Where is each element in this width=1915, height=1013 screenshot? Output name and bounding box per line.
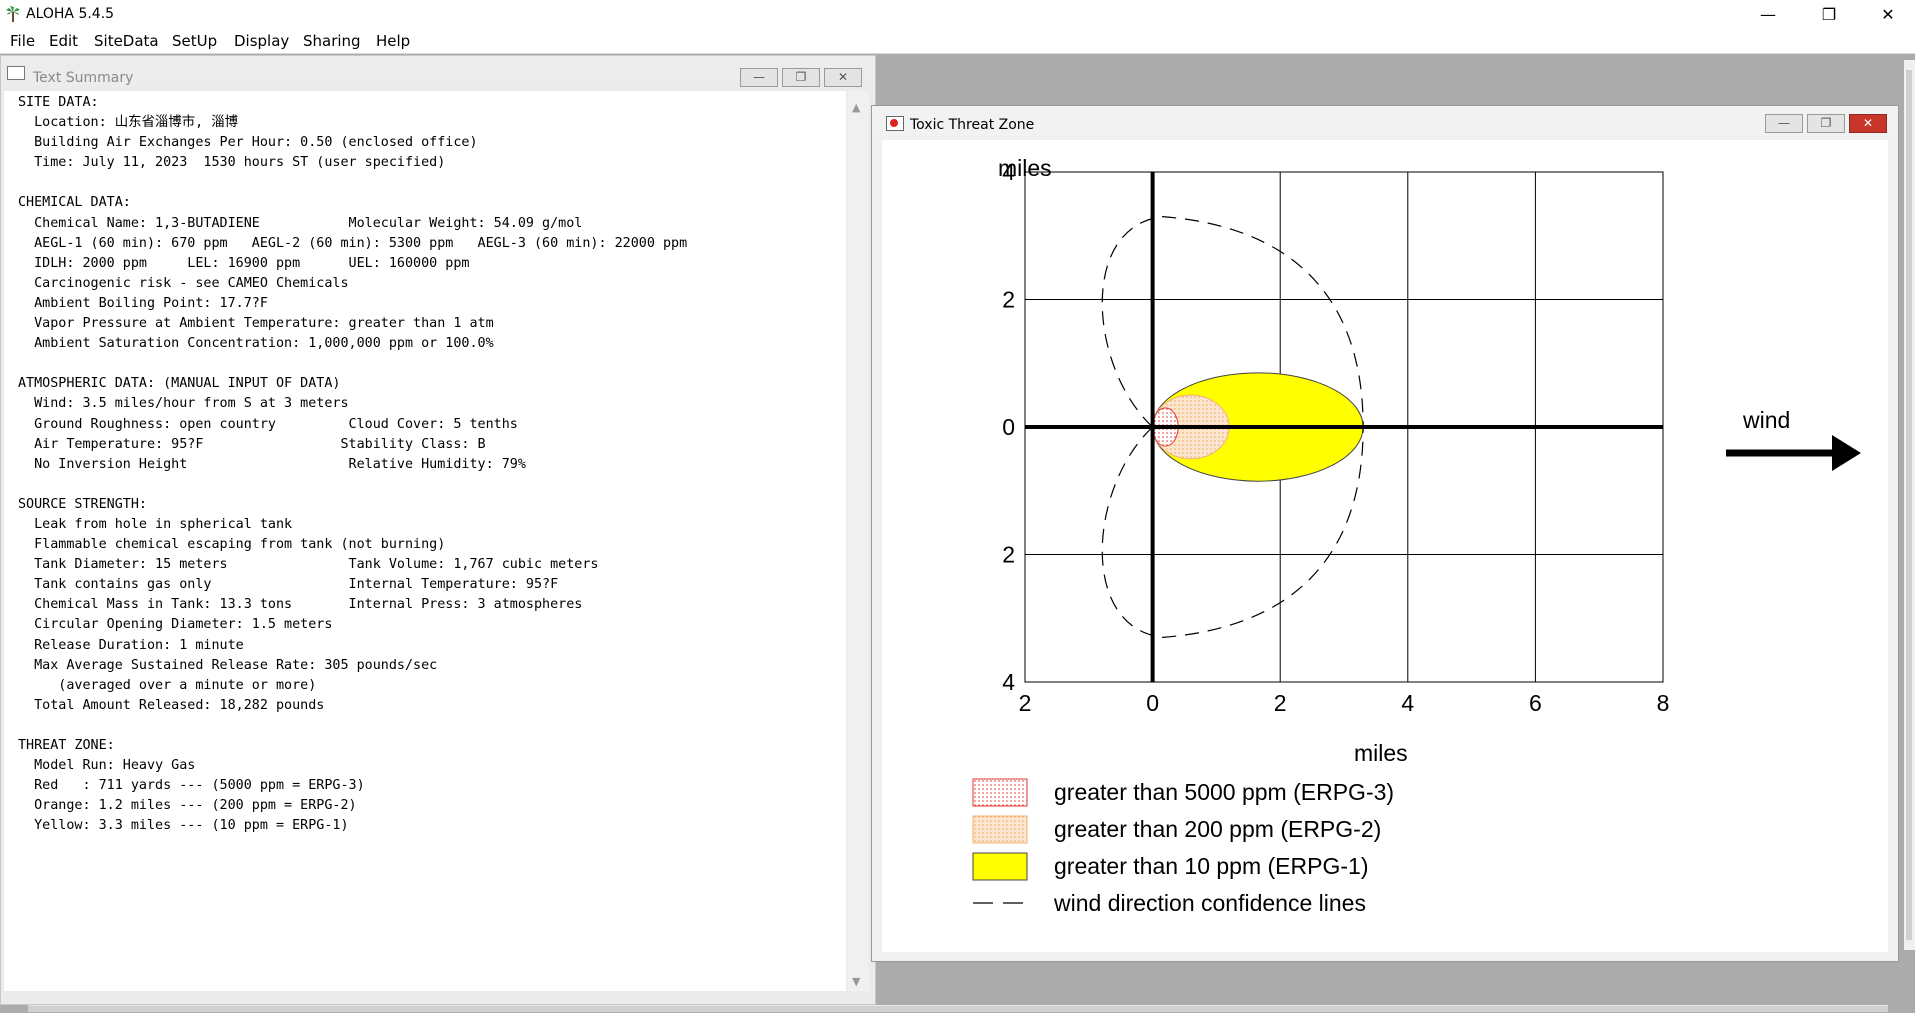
menu-sitedata[interactable]: SiteData xyxy=(94,32,159,50)
close-icon[interactable]: ✕ xyxy=(1860,0,1915,29)
threat-zone-plot-area: 20246842024 miles miles wind greater tha… xyxy=(882,140,1888,952)
text-summary-close-button[interactable]: ✕ xyxy=(824,68,862,87)
app-titlebar: ALOHA 5.4.5 — ❐ ✕ xyxy=(0,0,1915,29)
y-axis-label: miles xyxy=(998,155,1052,181)
vertical-scrollbar[interactable] xyxy=(1904,60,1915,950)
menu-help[interactable]: Help xyxy=(376,32,410,50)
y-tick-label: 4 xyxy=(1002,669,1015,695)
menu-sharing[interactable]: Sharing xyxy=(303,32,361,50)
text-summary-report: SITE DATA: Location: 山东省淄博市, 淄博 Building… xyxy=(18,95,688,834)
workspace-divider xyxy=(0,53,1915,54)
x-axis-label: miles xyxy=(1354,740,1408,766)
restore-icon[interactable]: ❐ xyxy=(1801,0,1857,29)
minimize-icon[interactable]: — xyxy=(1740,0,1796,29)
text-summary-title: Text Summary xyxy=(33,70,134,86)
legend-swatch xyxy=(972,852,1028,881)
text-summary-scrollbar[interactable]: ▲ ▼ xyxy=(847,91,869,991)
menu-display[interactable]: Display xyxy=(234,32,289,50)
x-tick-label: 2 xyxy=(1274,690,1287,716)
text-summary-restore-button[interactable]: ❐ xyxy=(782,68,820,87)
menu-file[interactable]: File xyxy=(10,32,35,50)
x-tick-label: 4 xyxy=(1401,690,1414,716)
legend-swatch xyxy=(972,778,1028,807)
x-tick-label: 0 xyxy=(1146,690,1159,716)
wind-label: wind xyxy=(1742,407,1790,433)
threat-zone-window: Toxic Threat Zone — ❐ ✕ 20246842024 mile… xyxy=(871,105,1899,962)
app-title: ALOHA 5.4.5 xyxy=(26,6,115,22)
legend-label: greater than 10 ppm (ERPG-1) xyxy=(1054,853,1368,879)
chart-axes xyxy=(1025,172,1663,682)
document-icon xyxy=(7,66,25,80)
x-tick-label: 8 xyxy=(1657,690,1670,716)
scroll-up-icon[interactable]: ▲ xyxy=(852,101,860,114)
x-tick-label: 6 xyxy=(1529,690,1542,716)
threat-zone-minimize-button[interactable]: — xyxy=(1765,114,1803,133)
legend-label: greater than 5000 ppm (ERPG-3) xyxy=(1054,779,1394,805)
wind-arrow-icon xyxy=(1726,435,1861,471)
threat-zone-titlebar[interactable]: Toxic Threat Zone — ❐ ✕ xyxy=(872,106,1898,136)
y-tick-label: 2 xyxy=(1002,287,1015,313)
text-summary-window: Text Summary — ❐ ✕ SITE DATA: Location: … xyxy=(0,55,876,1005)
text-summary-minimize-button[interactable]: — xyxy=(740,68,778,87)
menu-setup[interactable]: SetUp xyxy=(172,32,217,50)
legend-swatch xyxy=(972,815,1028,844)
chart-legend: greater than 5000 ppm (ERPG-3) greater th… xyxy=(972,778,1394,916)
threat-zone-chart: 2 0 2 4 6 842024 miles miles wind greater tha… xyxy=(972,155,1861,916)
threat-zone-icon xyxy=(886,116,904,131)
aloha-palm-icon xyxy=(6,6,20,22)
scrollbar-thumb[interactable] xyxy=(1906,70,1912,940)
x-tick-label: 2 xyxy=(1019,690,1032,716)
legend-label: wind direction confidence lines xyxy=(1053,890,1366,916)
y-tick-label: 2 xyxy=(1002,542,1015,568)
scroll-down-icon[interactable]: ▼ xyxy=(852,975,860,988)
threat-zone-restore-button[interactable]: ❐ xyxy=(1807,114,1845,133)
menu-edit[interactable]: Edit xyxy=(49,32,78,50)
y-tick-label: 0 xyxy=(1002,414,1015,440)
text-summary-titlebar[interactable]: Text Summary — ❐ ✕ xyxy=(1,56,875,87)
legend-label: greater than 200 ppm (ERPG-2) xyxy=(1054,816,1381,842)
text-summary-content[interactable]: SITE DATA: Location: 山东省淄博市, 淄博 Building… xyxy=(4,91,846,991)
horizontal-scrollbar[interactable] xyxy=(28,1005,1888,1012)
threat-zone-close-button[interactable]: ✕ xyxy=(1849,114,1887,133)
menu-bar: File Edit SiteData SetUp Display Sharing… xyxy=(0,29,1915,53)
threat-zone-title: Toxic Threat Zone xyxy=(910,117,1035,133)
